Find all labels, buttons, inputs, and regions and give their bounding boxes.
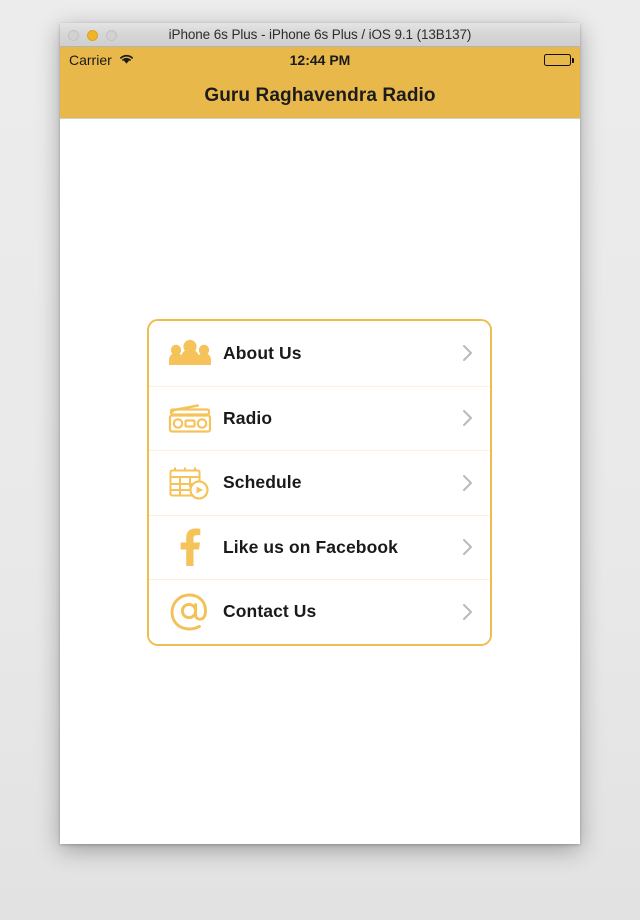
status-clock: 12:44 PM [289, 52, 351, 68]
menu-item-label: Radio [223, 407, 273, 428]
menu-item-facebook[interactable]: Like us on Facebook [149, 514, 490, 579]
calendar-clock-icon [161, 465, 219, 501]
close-button[interactable] [68, 29, 79, 41]
ios-status-bar: Carrier 12:44 PM [60, 47, 580, 73]
main-menu-card: About Us Radio Schedule Like us on Faceb… [147, 319, 492, 646]
menu-item-label: Schedule [223, 472, 302, 493]
radio-boombox-icon [161, 402, 219, 434]
menu-item-radio[interactable]: Radio [149, 385, 490, 450]
page-title: Guru Raghavendra Radio [204, 84, 436, 106]
minimize-button[interactable] [87, 29, 98, 41]
menu-item-label: Contact Us [223, 601, 317, 622]
battery-icon [544, 54, 574, 66]
chevron-right-icon [458, 537, 476, 557]
chevron-right-icon [458, 408, 476, 428]
menu-item-label: Like us on Facebook [223, 536, 398, 557]
status-carrier-group: Carrier [69, 52, 135, 68]
menu-item-about-us[interactable]: About Us [149, 321, 490, 386]
menu-item-contact-us[interactable]: Contact Us [149, 579, 490, 644]
status-battery-group [544, 54, 574, 66]
menu-item-schedule[interactable]: Schedule [149, 450, 490, 515]
wifi-icon [118, 52, 135, 68]
window-controls [68, 23, 117, 47]
window-titlebar: iPhone 6s Plus - iPhone 6s Plus / iOS 9.… [60, 23, 580, 47]
facebook-f-icon [161, 527, 219, 567]
app-content-area: About Us Radio Schedule Like us on Faceb… [60, 119, 580, 842]
chevron-right-icon [458, 343, 476, 363]
chevron-right-icon [458, 602, 476, 622]
carrier-label: Carrier [69, 52, 112, 68]
menu-item-label: About Us [223, 342, 302, 363]
zoom-button[interactable] [106, 29, 117, 41]
people-group-icon [161, 339, 219, 367]
app-navigation-bar: Guru Raghavendra Radio [60, 73, 580, 119]
chevron-right-icon [458, 473, 476, 493]
window-title: iPhone 6s Plus - iPhone 6s Plus / iOS 9.… [168, 27, 472, 42]
simulator-window: iPhone 6s Plus - iPhone 6s Plus / iOS 9.… [60, 23, 580, 844]
at-sign-icon [161, 591, 219, 633]
screenshot-root: iPhone 6s Plus - iPhone 6s Plus / iOS 9.… [0, 0, 640, 920]
